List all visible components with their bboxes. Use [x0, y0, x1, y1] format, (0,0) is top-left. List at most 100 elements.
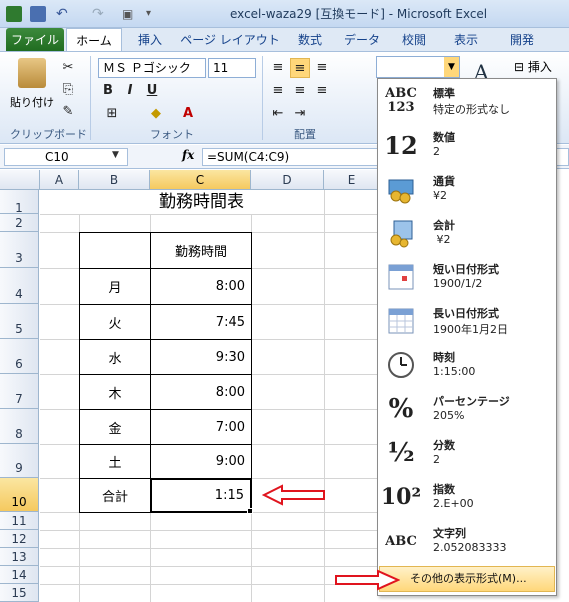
day-cell[interactable]: 木: [79, 374, 151, 410]
cut-icon[interactable]: ✂: [58, 58, 78, 78]
align-right-icon[interactable]: ≡: [312, 81, 332, 101]
tab-insert[interactable]: 挿入: [128, 28, 172, 52]
format-painter-icon[interactable]: ✎: [58, 102, 78, 122]
fill-handle[interactable]: [247, 508, 253, 514]
more-number-formats-button[interactable]: その他の表示形式(M)...: [379, 566, 555, 592]
row-header-2[interactable]: 2: [0, 214, 39, 232]
format-name: 会計: [433, 219, 455, 232]
redo-icon[interactable]: ↷: [92, 6, 108, 22]
row-header-6[interactable]: 6: [0, 339, 39, 374]
insert-function-button[interactable]: fx: [182, 148, 194, 162]
tab-data[interactable]: データ: [340, 28, 384, 52]
text-format-icon: ABC: [385, 533, 417, 549]
bold-icon[interactable]: B: [98, 81, 118, 101]
column-header-a[interactable]: A: [40, 170, 79, 190]
indent-decrease-icon[interactable]: ⇤: [268, 104, 288, 124]
align-bottom-icon[interactable]: ≡: [312, 58, 332, 78]
time-cell[interactable]: 8:00: [150, 268, 252, 305]
number-icon: 12: [384, 130, 418, 160]
border-icon[interactable]: ⊞: [102, 104, 122, 124]
name-box[interactable]: C10: [4, 148, 128, 166]
row-header-12[interactable]: 12: [0, 530, 39, 548]
row-header-5[interactable]: 5: [0, 304, 39, 339]
day-cell[interactable]: 土: [79, 444, 151, 479]
row-header-11[interactable]: 11: [0, 512, 39, 530]
row-header-9[interactable]: 9: [0, 444, 39, 478]
tab-formulas[interactable]: 数式: [288, 28, 332, 52]
print-preview-icon[interactable]: ▣: [122, 6, 138, 22]
fill-color-icon[interactable]: ◆: [146, 104, 166, 124]
italic-icon[interactable]: I: [120, 81, 140, 101]
format-sample: ¥2: [433, 189, 447, 202]
name-box-dropdown-icon[interactable]: ▼: [112, 150, 119, 160]
day-cell[interactable]: 月: [79, 268, 151, 305]
qat-customize-icon[interactable]: ▾: [146, 6, 162, 22]
time-cell[interactable]: 9:00: [150, 444, 252, 479]
table-header-cell[interactable]: 勤務時間: [150, 232, 252, 269]
format-sample: 2: [433, 145, 440, 158]
day-cell[interactable]: 水: [79, 339, 151, 375]
insert-cells-button[interactable]: ⊟ 挿入: [514, 58, 552, 75]
row-header-15[interactable]: 15: [0, 584, 39, 602]
gridline: [324, 190, 325, 602]
chevron-down-icon[interactable]: ▼: [444, 57, 459, 77]
format-sample: 特定の形式なし: [433, 103, 510, 116]
calendar-icon: [384, 260, 418, 294]
row-header-13[interactable]: 13: [0, 548, 39, 566]
paste-icon[interactable]: [18, 58, 46, 88]
tab-developer[interactable]: 開発: [500, 28, 544, 52]
column-header-d[interactable]: D: [251, 170, 324, 190]
group-label-alignment: 配置: [294, 128, 316, 141]
select-all-corner[interactable]: [0, 170, 40, 190]
indent-increase-icon[interactable]: ⇥: [290, 104, 310, 124]
red-arrow-icon: [262, 484, 325, 506]
format-name: 分数: [433, 439, 455, 452]
align-center-icon[interactable]: ≡: [290, 81, 310, 101]
row-header-14[interactable]: 14: [0, 566, 39, 584]
underline-icon[interactable]: U: [142, 81, 162, 101]
row-header-7[interactable]: 7: [0, 374, 39, 409]
format-sample: ¥2: [433, 233, 451, 246]
font-name-combo[interactable]: ＭＳ Ｐゴシック: [98, 58, 206, 78]
row-header-10[interactable]: 10: [0, 478, 39, 512]
total-value-cell-selected[interactable]: 1:15: [150, 478, 252, 513]
paste-button[interactable]: 貼り付け: [10, 94, 54, 110]
format-sample: 1:15:00: [433, 365, 476, 378]
time-cell[interactable]: 8:00: [150, 374, 252, 410]
insert-cells-label: 挿入: [527, 60, 552, 74]
row-header-3[interactable]: 3: [0, 232, 39, 268]
tab-page-layout[interactable]: ページ レイアウト: [180, 28, 280, 52]
align-top-icon[interactable]: ≡: [268, 58, 288, 78]
accounting-icon: [384, 216, 418, 250]
sheet-title-cell[interactable]: 勤務時間表: [79, 190, 324, 214]
general-icon: ABC 123: [385, 86, 417, 115]
align-middle-icon[interactable]: ≡: [290, 58, 310, 78]
column-header-c[interactable]: C: [150, 170, 251, 190]
column-header-e[interactable]: E: [324, 170, 380, 190]
row-header-4[interactable]: 4: [0, 268, 39, 304]
undo-icon[interactable]: ↶: [56, 6, 72, 22]
align-left-icon[interactable]: ≡: [268, 81, 288, 101]
gridline: [40, 548, 380, 549]
time-cell[interactable]: 7:45: [150, 304, 252, 340]
total-label-cell[interactable]: 合計: [79, 478, 151, 513]
tab-home[interactable]: ホーム: [66, 28, 122, 52]
save-icon[interactable]: [30, 6, 46, 22]
font-size-combo[interactable]: 11: [208, 58, 256, 78]
tab-file[interactable]: ファイル: [6, 28, 64, 52]
tab-review[interactable]: 校閲: [394, 28, 434, 52]
day-cell[interactable]: 金: [79, 409, 151, 445]
row-header-1[interactable]: 1: [0, 190, 39, 215]
copy-icon[interactable]: ⎘: [58, 80, 78, 100]
row-header-8[interactable]: 8: [0, 409, 39, 444]
day-cell[interactable]: 火: [79, 304, 151, 340]
more-number-formats-label: その他の表示形式(M)...: [410, 572, 527, 585]
time-cell[interactable]: 7:00: [150, 409, 252, 445]
format-name: 時刻: [433, 351, 455, 364]
font-color-icon[interactable]: A: [178, 104, 198, 124]
tab-view[interactable]: 表示: [444, 28, 488, 52]
time-cell[interactable]: 9:30: [150, 339, 252, 375]
table-header-blank-cell[interactable]: [79, 232, 151, 269]
gridline: [40, 530, 380, 531]
column-header-b[interactable]: B: [79, 170, 150, 190]
